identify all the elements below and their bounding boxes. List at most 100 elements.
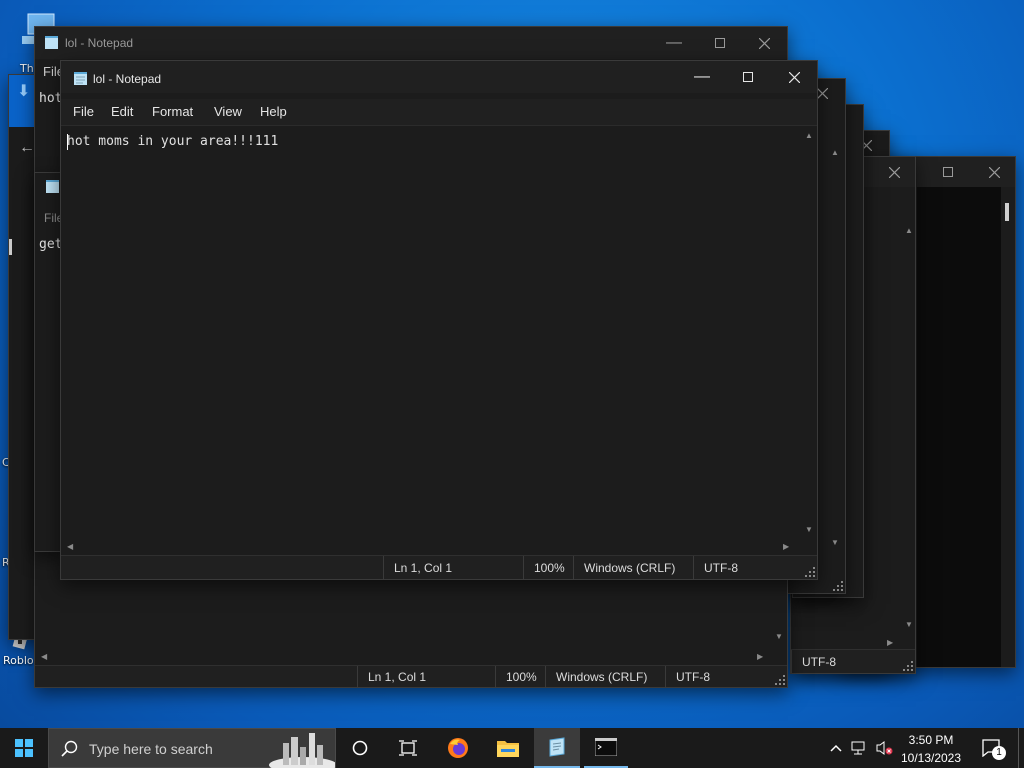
maximize-icon — [715, 38, 725, 48]
scroll-up-arrow[interactable]: ▲ — [831, 149, 839, 157]
minimize-button[interactable]: — — [679, 61, 725, 93]
console-area[interactable] — [917, 187, 1001, 667]
status-encoding: UTF-8 — [693, 556, 738, 580]
back-arrow-icon[interactable]: ← — [19, 139, 35, 157]
scroll-right-arrow[interactable]: ▶ — [887, 639, 893, 647]
status-encoding: UTF-8 — [791, 650, 836, 674]
close-button[interactable] — [741, 27, 787, 59]
status-position: Ln 1, Col 1 — [383, 556, 452, 580]
menu-view[interactable]: View — [214, 104, 242, 119]
network-icon — [851, 741, 865, 755]
volume-muted-icon — [876, 741, 893, 755]
window-title: lol - Notepad — [65, 36, 134, 50]
clock-date[interactable]: 10/13/2023 — [898, 751, 964, 765]
window-title: lol - Notepad — [93, 72, 162, 86]
status-line-ending: Windows (CRLF) — [545, 666, 647, 688]
close-icon — [816, 87, 828, 99]
file-explorer-icon — [497, 741, 519, 757]
editor-text[interactable]: hot — [39, 91, 62, 106]
scroll-down-arrow[interactable]: ▼ — [831, 539, 839, 547]
titlebar: lol - Notepad — — [35, 27, 787, 59]
show-hidden-icons-button[interactable] — [826, 728, 846, 768]
text-editor[interactable]: hot moms in your area!!!111 ▲ ▼ ◀ ▶ — [61, 125, 817, 555]
resize-grip-icon[interactable] — [903, 661, 913, 671]
scroll-right-arrow[interactable]: ▶ — [757, 653, 763, 661]
taskbar: Type here to search 3:50 PM 10/13/2023 1 — [0, 728, 1024, 768]
firefox-button[interactable] — [438, 728, 478, 768]
status-bar: Ln 1, Col 1 100% Windows (CRLF) UTF-8 — [61, 555, 817, 580]
cortana-button[interactable] — [340, 728, 380, 768]
close-icon — [788, 71, 800, 83]
cmd-button[interactable] — [584, 728, 628, 768]
close-icon — [758, 37, 770, 49]
resize-grip-icon[interactable] — [775, 675, 785, 685]
desktop-label-roblox: Roblo — [3, 654, 34, 667]
maximize-icon — [743, 72, 753, 82]
scroll-left-arrow[interactable]: ◀ — [67, 543, 73, 551]
close-icon — [988, 166, 1000, 178]
notepad-window-main[interactable]: lol - Notepad — File Edit Format View He… — [60, 60, 818, 580]
status-encoding: UTF-8 — [665, 666, 710, 688]
text-caret — [67, 134, 68, 150]
notepad-app-icon — [46, 180, 59, 193]
menu-edit[interactable]: Edit — [111, 104, 133, 119]
titlebar: lol - Notepad — — [61, 61, 817, 93]
close-button[interactable] — [971, 157, 1017, 187]
vertical-scrollbar[interactable]: ▲ ▼ — [801, 126, 817, 539]
chevron-up-icon — [830, 744, 842, 752]
close-icon — [888, 166, 900, 178]
close-button[interactable] — [771, 61, 817, 93]
firefox-icon — [448, 738, 468, 758]
status-zoom: 100% — [523, 556, 565, 580]
close-button[interactable] — [871, 157, 917, 187]
menu-file[interactable]: File — [73, 104, 94, 119]
notepad-icon — [549, 737, 565, 757]
console-scrollbar[interactable] — [1005, 203, 1009, 221]
status-zoom: 100% — [495, 666, 537, 688]
maximize-button[interactable] — [697, 27, 743, 59]
notepad-taskbar-button[interactable] — [534, 728, 580, 768]
scroll-up-arrow[interactable]: ▲ — [905, 227, 913, 235]
search-placeholder: Type here to search — [89, 741, 213, 757]
notification-count: 1 — [992, 746, 1006, 760]
scroll-down-arrow[interactable]: ▼ — [805, 526, 813, 534]
status-bar: UTF-8 — [791, 649, 915, 674]
editor-text: hot moms in your area!!!111 — [67, 134, 279, 149]
notepad-app-icon — [74, 72, 87, 85]
notification-center-button[interactable]: 1 — [976, 728, 1006, 768]
scroll-left-arrow[interactable]: ◀ — [41, 653, 47, 661]
nav-marker — [9, 239, 12, 255]
status-position: Ln 1, Col 1 — [357, 666, 426, 688]
maximize-button[interactable] — [925, 157, 971, 187]
start-button[interactable] — [0, 728, 48, 768]
network-button[interactable] — [848, 728, 872, 768]
show-desktop-button[interactable] — [1018, 728, 1024, 768]
scroll-down-arrow[interactable]: ▼ — [905, 621, 913, 629]
download-icon: ⬇ — [17, 83, 31, 100]
scroll-down-arrow[interactable]: ▼ — [775, 633, 783, 641]
status-line-ending: Windows (CRLF) — [573, 556, 675, 580]
clock-time[interactable]: 3:50 PM — [898, 733, 964, 747]
minimize-button[interactable]: — — [651, 27, 697, 59]
search-icon — [61, 740, 78, 757]
resize-grip-icon[interactable] — [833, 581, 843, 591]
file-explorer-button[interactable] — [488, 728, 528, 768]
scroll-up-arrow[interactable]: ▲ — [805, 132, 813, 140]
scroll-right-arrow[interactable]: ▶ — [783, 543, 789, 551]
menu-format[interactable]: Format — [152, 104, 193, 119]
cmd-icon — [595, 738, 617, 756]
volume-button[interactable] — [872, 728, 896, 768]
task-view-button[interactable] — [388, 728, 428, 768]
notepad-app-icon — [45, 36, 58, 49]
search-box[interactable]: Type here to search — [48, 728, 336, 768]
resize-grip-icon[interactable] — [805, 567, 815, 577]
horizontal-scrollbar[interactable]: ◀ ▶ — [61, 539, 801, 555]
maximize-icon — [943, 167, 953, 177]
cortana-icon — [352, 740, 368, 756]
maximize-button[interactable] — [725, 61, 771, 93]
editor-text[interactable]: get — [39, 237, 62, 252]
task-view-icon — [399, 740, 417, 756]
status-bar: Ln 1, Col 1 100% Windows (CRLF) UTF-8 — [35, 665, 787, 688]
menu-help[interactable]: Help — [260, 104, 287, 119]
windows-logo-icon — [15, 739, 33, 757]
